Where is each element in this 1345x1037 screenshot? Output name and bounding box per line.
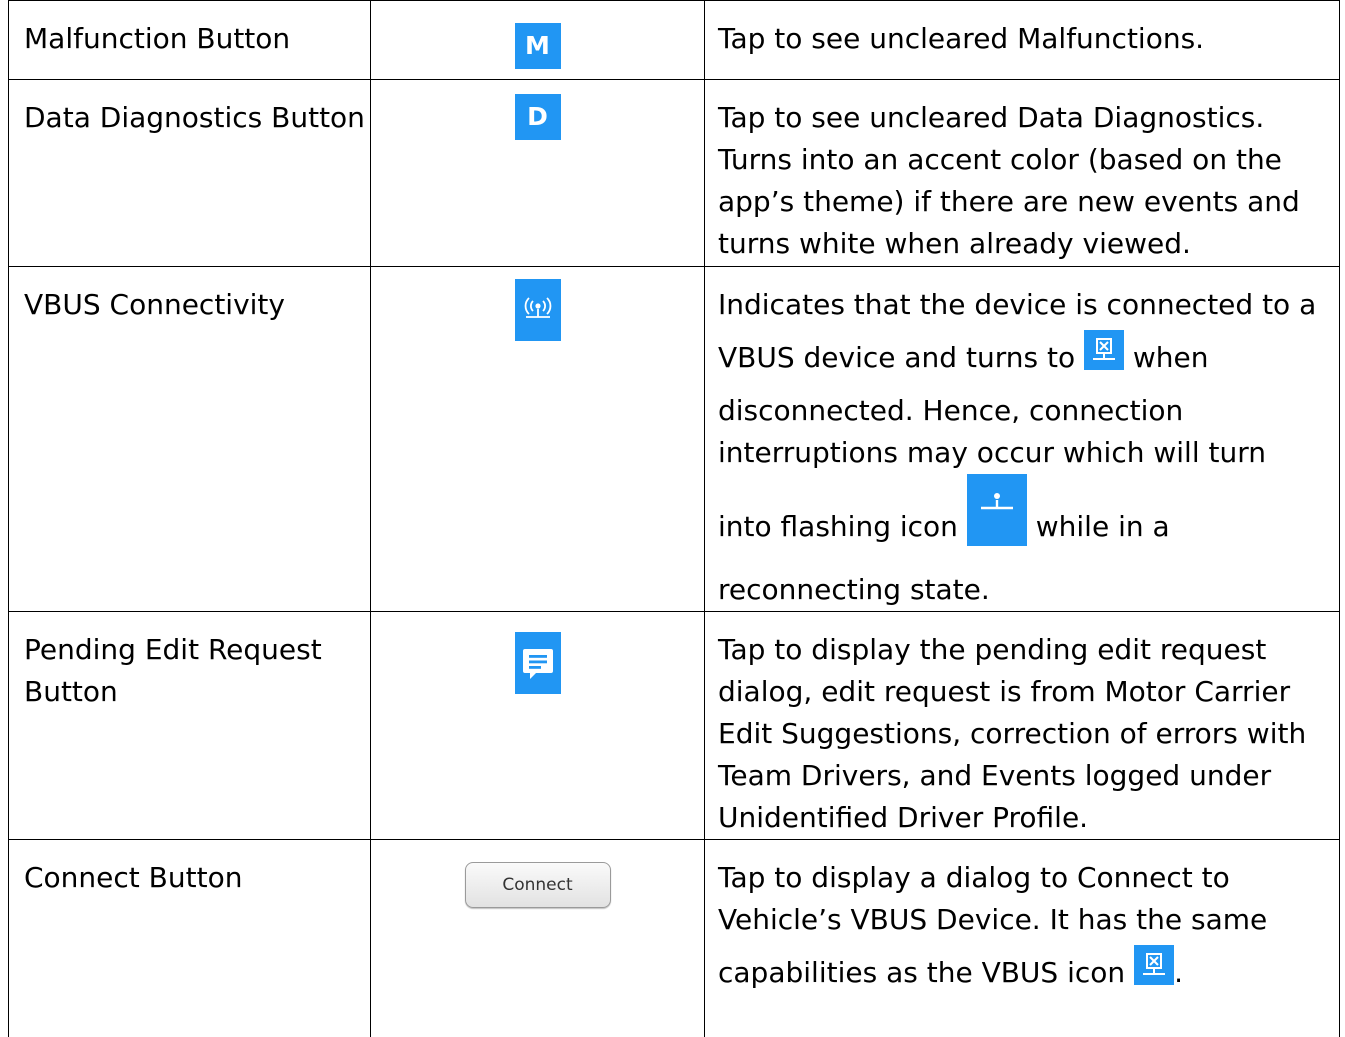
desc-line: capabilities as the VBUS icon . <box>718 941 1331 1005</box>
table-row-data-diagnostics: Data Diagnostics Button D Tap to see unc… <box>8 79 1340 267</box>
desc-line: reconnecting state. <box>718 573 990 606</box>
row-description: Tap to see uncleared Data Diagnostics. T… <box>704 79 1340 267</box>
table-row-pending-edit-request: Pending Edit Request Button Tap to displ… <box>8 611 1340 840</box>
table-row-connect-button: Connect Button Connect Tap to display a … <box>8 839 1340 1037</box>
icon-reference-table: Malfunction Button M Tap to see uncleare… <box>8 0 1340 1037</box>
vbus-disconnected-icon <box>1134 945 1175 985</box>
desc-line: into flashing icon while in a <box>718 474 1331 569</box>
row-description: Tap to see uncleared Malfunctions. <box>704 0 1340 80</box>
vbus-connected-icon[interactable] <box>514 279 561 341</box>
desc-text: . <box>1174 956 1183 989</box>
desc-text: into flashing icon <box>718 510 958 543</box>
icon-cell <box>370 266 705 612</box>
table-row-vbus-connectivity: VBUS Connectivity Indicates that the dev… <box>8 266 1340 612</box>
desc-text: when <box>1132 341 1209 374</box>
row-name: Data Diagnostics Button <box>8 79 371 267</box>
row-name: Connect Button <box>8 839 371 1037</box>
desc-line: disconnected. Hence, connection interrup… <box>718 394 1266 469</box>
data-diagnostics-d-icon[interactable]: D <box>514 94 561 140</box>
row-name: Malfunction Button <box>8 0 371 80</box>
pending-edit-message-icon[interactable] <box>514 632 561 694</box>
row-description: Tap to display a dialog to Connect to Ve… <box>704 839 1340 1037</box>
icon-cell: Connect <box>370 839 705 1037</box>
vbus-disconnected-icon <box>1083 330 1124 370</box>
row-description: Indicates that the device is connected t… <box>704 266 1340 612</box>
desc-text: capabilities as the VBUS icon <box>718 956 1126 989</box>
desc-line: Indicates that the device is connected t… <box>718 288 1317 321</box>
desc-line: Tap to display a dialog to Connect to Ve… <box>718 861 1268 936</box>
malfunction-m-icon[interactable]: M <box>514 23 561 69</box>
desc-text: VBUS device and turns to <box>718 341 1076 374</box>
vbus-reconnecting-icon <box>966 474 1027 546</box>
desc-text: while in a <box>1035 510 1170 543</box>
icon-cell: D <box>370 79 705 267</box>
row-description: Tap to display the pending edit request … <box>704 611 1340 840</box>
icon-cell: M <box>370 0 705 80</box>
icon-cell <box>370 611 705 840</box>
row-name: VBUS Connectivity <box>8 266 371 612</box>
connect-button[interactable]: Connect <box>464 862 611 908</box>
desc-line: VBUS device and turns to when <box>718 326 1331 390</box>
table-row-malfunction: Malfunction Button M Tap to see uncleare… <box>8 0 1340 80</box>
row-name: Pending Edit Request Button <box>8 611 371 840</box>
